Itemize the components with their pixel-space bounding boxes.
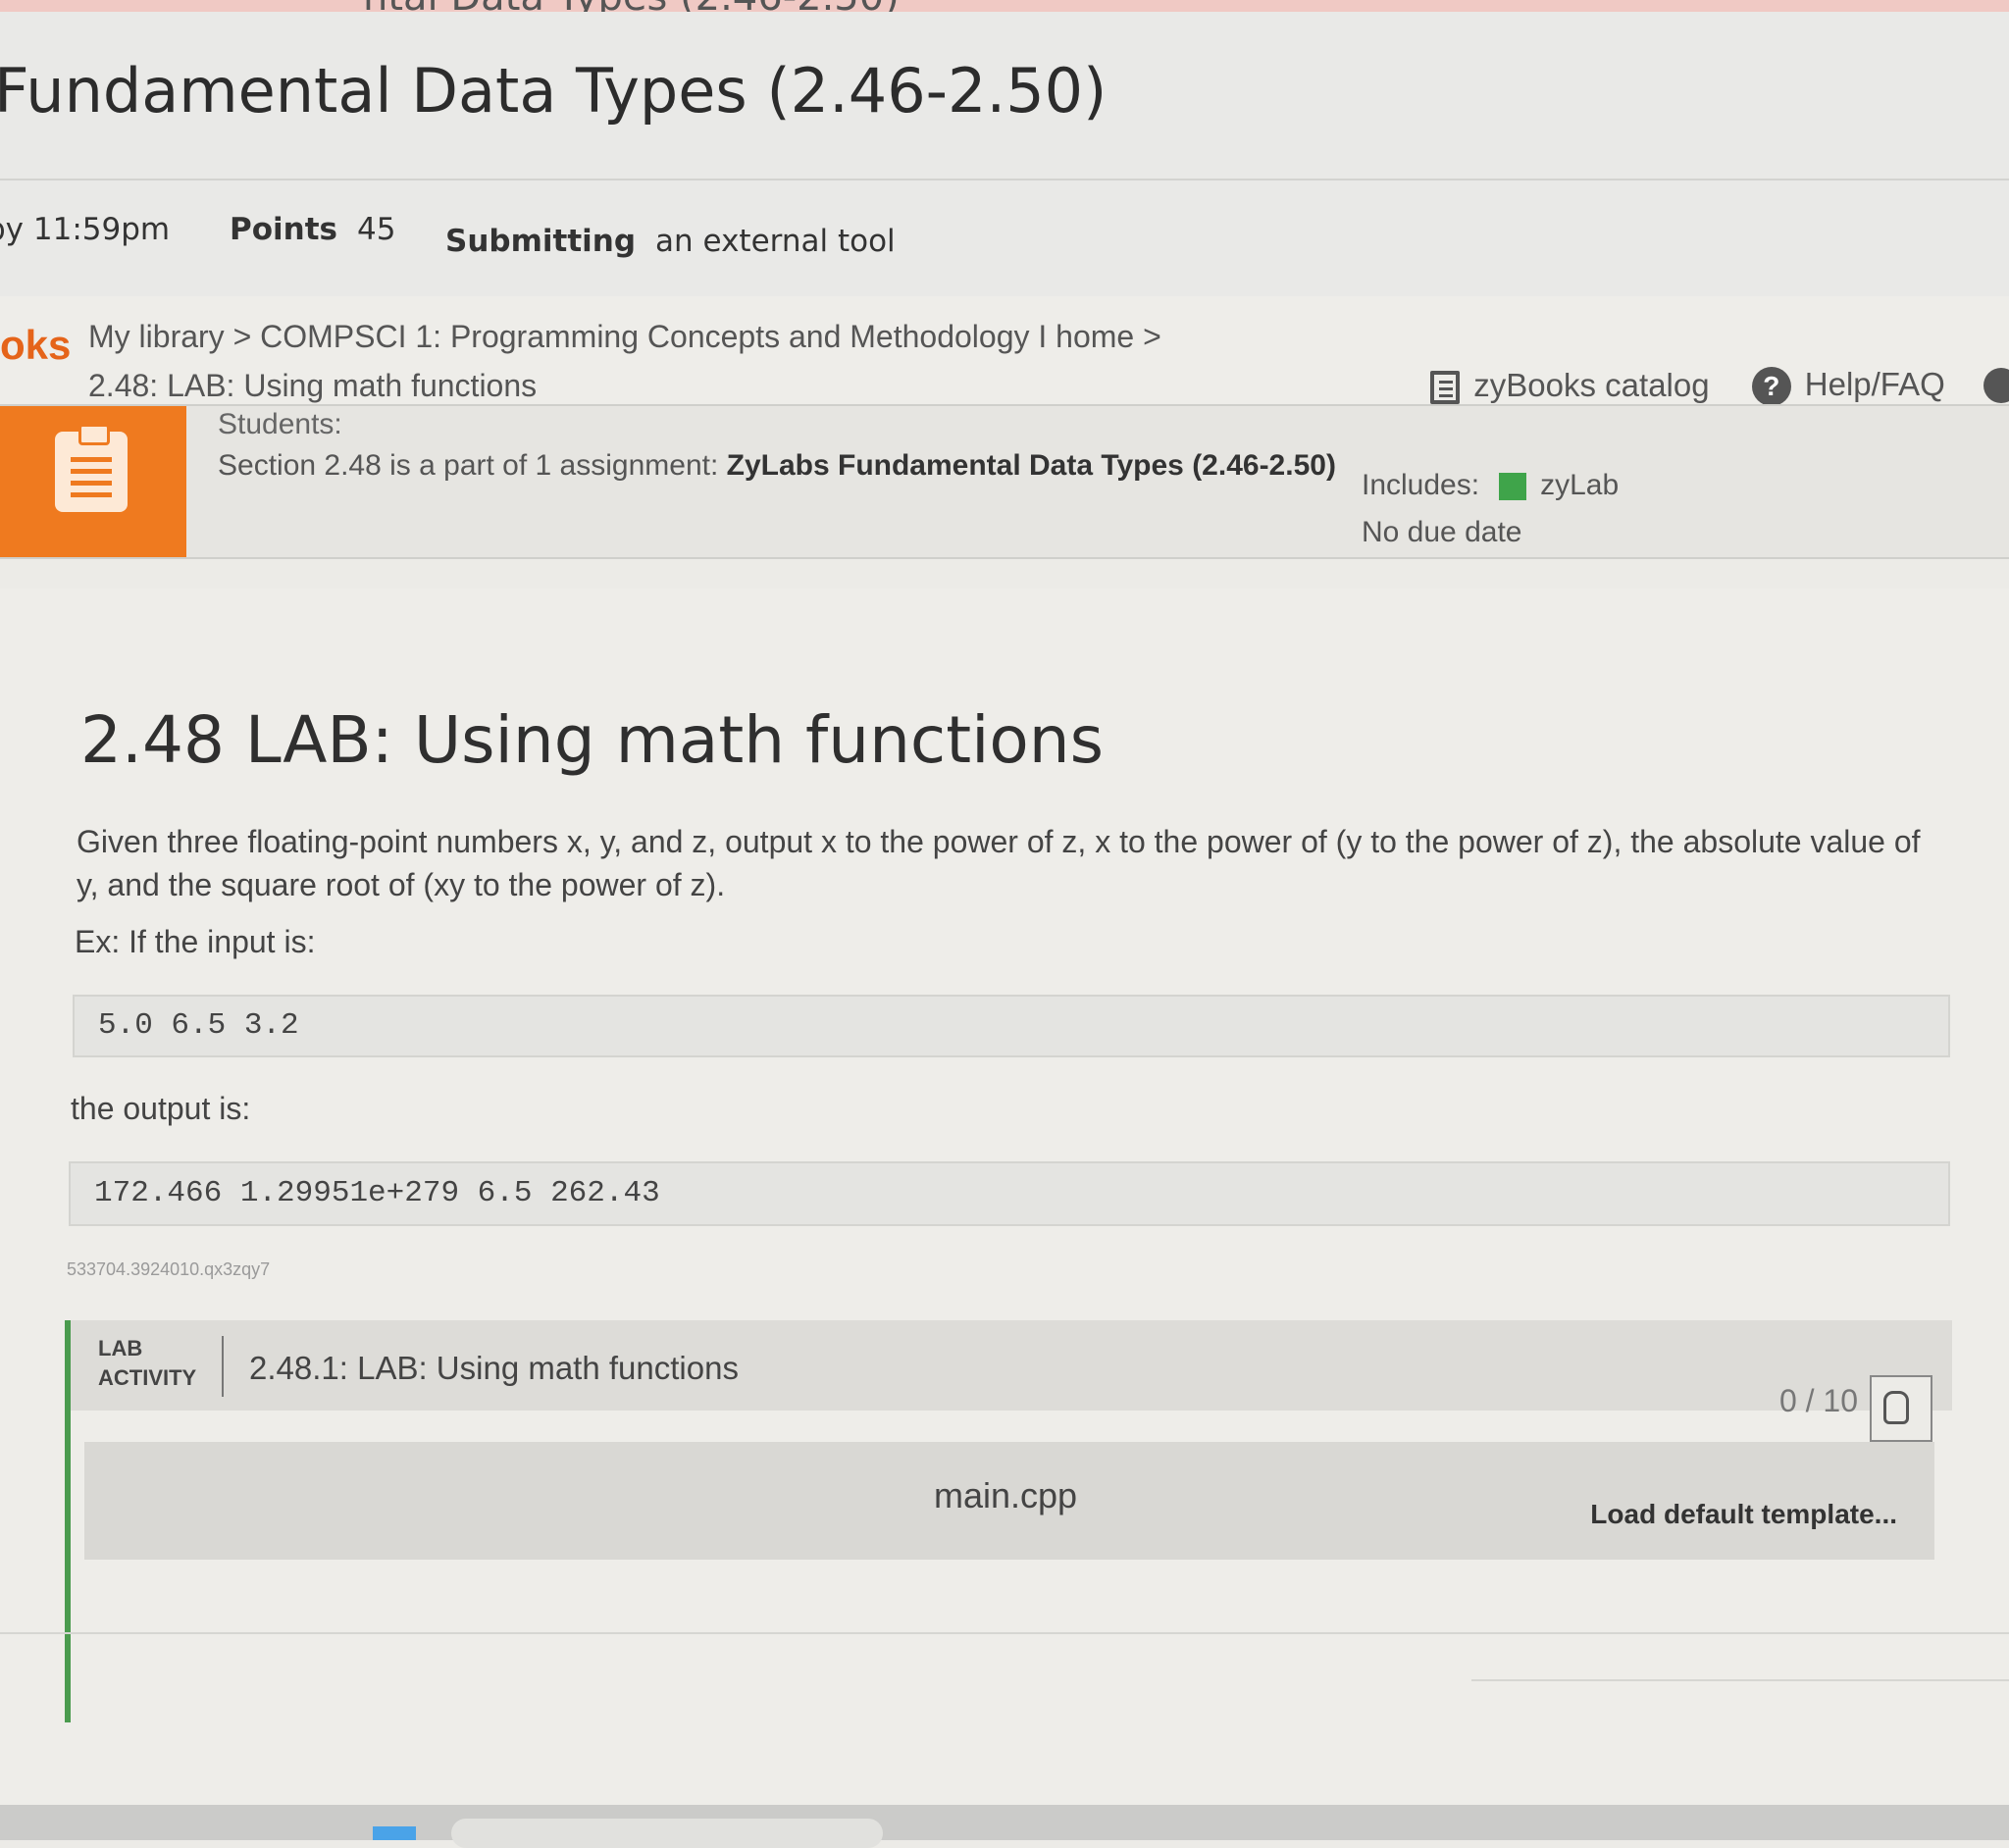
example-input-label: Ex: If the input is: bbox=[75, 924, 316, 959]
banner-students-label: Students: bbox=[218, 408, 342, 440]
editor-file-name: main.cpp bbox=[934, 1475, 1078, 1515]
lab-tag-line1: LAB bbox=[98, 1336, 143, 1360]
points-label: Points bbox=[230, 212, 337, 247]
due-value: by 11:59pm bbox=[0, 212, 171, 247]
zybooks-catalog-link[interactable]: zyBooks catalog bbox=[1430, 367, 1710, 405]
help-label: Help/FAQ bbox=[1804, 365, 1945, 402]
lab-activity-title: 2.48.1: LAB: Using math functions bbox=[249, 1350, 739, 1386]
breadcrumb-current: 2.48: LAB: Using math functions bbox=[88, 368, 538, 403]
window-title-fragment: ntal Data Types (2.46-2.50) bbox=[363, 0, 900, 12]
banner-assignment-text: Section 2.48 is a part of 1 assignment: … bbox=[218, 449, 1336, 483]
taskbar-app-icon[interactable] bbox=[373, 1826, 416, 1840]
help-icon: ? bbox=[1751, 366, 1791, 406]
zylab-icon bbox=[1499, 473, 1527, 501]
submitting-value: an external tool bbox=[655, 224, 896, 259]
example-output-block: 172.466 1.29951e+279 6.5 262.43 bbox=[69, 1161, 1950, 1226]
example-output-label: the output is: bbox=[71, 1091, 251, 1126]
clipboard-icon bbox=[55, 424, 128, 512]
load-default-template-button[interactable]: Load default template... bbox=[1590, 1499, 1897, 1530]
banner-text-prefix: Section 2.48 is a part of 1 assignment: bbox=[218, 449, 727, 482]
breadcrumb-path[interactable]: My library > COMPSCI 1: Programming Conc… bbox=[88, 312, 1161, 361]
content-bottom-divider bbox=[0, 1632, 2009, 1634]
lab-activity-card: LAB ACTIVITY 2.48.1: LAB: Using math fun… bbox=[65, 1320, 1952, 1722]
submitting-label: Submitting bbox=[445, 224, 637, 259]
book-icon bbox=[1430, 371, 1461, 405]
hand-cursor-icon bbox=[1883, 1391, 1909, 1424]
banner-assignment-link[interactable]: ZyLabs Fundamental Data Types (2.46-2.50… bbox=[727, 449, 1336, 482]
lab-prompt: Given three floating-point numbers x, y,… bbox=[77, 824, 1921, 902]
submitting-info: Submitting an external tool bbox=[445, 224, 896, 259]
content-id: 533704.3924010.qx3zqy7 bbox=[67, 1259, 271, 1279]
example-input-block: 5.0 6.5 3.2 bbox=[73, 995, 1950, 1057]
includes-value: zyLab bbox=[1540, 469, 1620, 501]
content-bottom-divider-2 bbox=[1471, 1679, 2009, 1681]
canvas-assignment-header: Fundamental Data Types (2.46-2.50) by 11… bbox=[0, 12, 2009, 302]
title-divider bbox=[0, 179, 2009, 180]
score-indicator-box[interactable] bbox=[1870, 1375, 1932, 1442]
lab-activity-header: LAB ACTIVITY 2.48.1: LAB: Using math fun… bbox=[71, 1320, 1952, 1442]
points-value: 45 bbox=[356, 212, 396, 247]
page-title: Fundamental Data Types (2.46-2.50) bbox=[0, 55, 1108, 127]
browser-tab-strip: ntal Data Types (2.46-2.50) bbox=[0, 0, 2009, 12]
banner-accent bbox=[0, 406, 186, 557]
assignment-banner: Students: Section 2.48 is a part of 1 as… bbox=[0, 404, 2009, 559]
zybooks-header: oks My library > COMPSCI 1: Programming … bbox=[0, 296, 2009, 410]
help-faq-link[interactable]: ? Help/FAQ bbox=[1751, 365, 1945, 406]
code-editor-toolbar: main.cpp Load default template... bbox=[84, 1442, 1934, 1560]
lab-score: 0 / 10 bbox=[1778, 1383, 1858, 1418]
banner-due-date: No due date bbox=[1362, 516, 1522, 548]
zybooks-logo[interactable]: oks bbox=[0, 322, 71, 369]
user-avatar-icon[interactable] bbox=[1983, 368, 2009, 404]
banner-includes: Includes: zyLab bbox=[1362, 469, 1619, 502]
catalog-label: zyBooks catalog bbox=[1473, 367, 1710, 404]
taskbar-search-pill[interactable] bbox=[451, 1819, 883, 1848]
lab-header-divider bbox=[222, 1336, 224, 1397]
lab-activity-tag: LAB ACTIVITY bbox=[98, 1334, 206, 1393]
os-taskbar bbox=[0, 1805, 2009, 1848]
section-title: 2.48 LAB: Using math functions bbox=[80, 702, 1105, 778]
points-info: Points 45 bbox=[230, 212, 395, 247]
lab-tag-line2: ACTIVITY bbox=[98, 1365, 197, 1390]
breadcrumb: My library > COMPSCI 1: Programming Conc… bbox=[88, 312, 1161, 410]
includes-label: Includes: bbox=[1362, 469, 1480, 501]
